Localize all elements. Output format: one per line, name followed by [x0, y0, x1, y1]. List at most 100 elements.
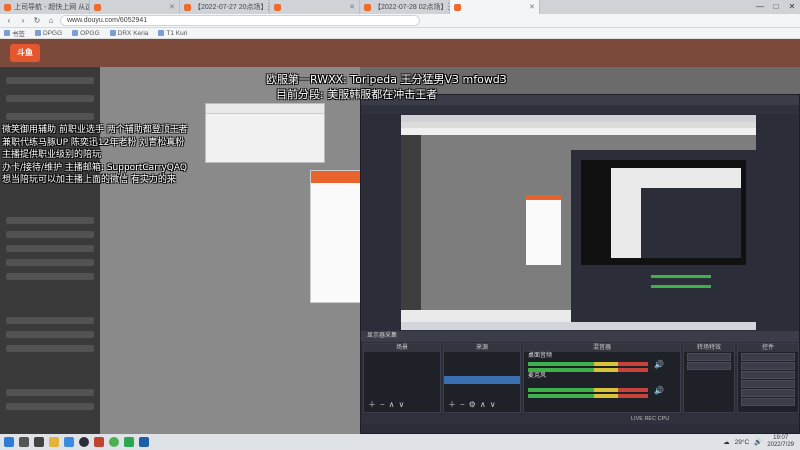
site-favicon-icon: [274, 3, 281, 11]
audio-level-meter: [528, 368, 648, 372]
preview-browser-capture: [401, 115, 756, 330]
obs-status-bar: LIVE REC CPU: [361, 414, 799, 424]
start-recording-button[interactable]: [741, 362, 795, 370]
close-icon[interactable]: ✕: [529, 3, 535, 11]
task-view-icon[interactable]: [34, 437, 44, 447]
settings-button[interactable]: [741, 389, 795, 397]
browser-tab[interactable]: ✕: [270, 0, 360, 14]
obs-menu-bar: [361, 105, 799, 114]
site-header: 斗鱼: [0, 39, 800, 67]
bookmarks-bar: 书签 DPGG OPGG DRX Keria T1 Kuri: [0, 28, 800, 39]
obs-window: 显示器采集 场景 ＋−∧∨ 来源 ＋−⚙∧∨ 混音器 桌面音频 麦克风 🔊 🔊 …: [360, 94, 800, 434]
sidebar-item[interactable]: [6, 273, 94, 280]
search-icon[interactable]: [19, 437, 29, 447]
source-item[interactable]: [444, 352, 520, 360]
source-item[interactable]: [444, 360, 520, 368]
site-favicon-icon: [94, 3, 101, 11]
sidebar-item[interactable]: [6, 389, 94, 396]
audio-level-meter: [528, 362, 648, 366]
mixer-channel-label: 麦克风: [528, 373, 547, 379]
stop-streaming-button[interactable]: [741, 353, 795, 361]
tab-label: 上司导航 - 超快上网 从这里开始: [14, 4, 89, 11]
sidebar-item[interactable]: [6, 217, 94, 224]
dock-controls[interactable]: ＋−⚙∧∨: [448, 399, 500, 410]
transitions-dock: 转场特效: [683, 343, 735, 413]
browser-tab-active[interactable]: ✕: [450, 0, 540, 14]
sidebar-item[interactable]: [6, 231, 94, 238]
sidebar-item[interactable]: [6, 113, 94, 120]
transition-select[interactable]: [687, 353, 731, 361]
overlay-info-line: 办卡/接待/维护 主播邮箱: SupportCarryQAQ: [2, 162, 187, 173]
forward-arrow-icon[interactable]: ›: [18, 16, 28, 25]
settings-dialog: [205, 103, 325, 163]
bookmark-item[interactable]: OPGG: [72, 30, 100, 37]
preview-nested-preview: [581, 160, 746, 265]
clock[interactable]: 19:07 2022/7/29: [767, 435, 794, 449]
close-icon[interactable]: ✕: [349, 3, 355, 11]
speaker-icon[interactable]: 🔊: [654, 386, 664, 395]
duration-input[interactable]: [687, 362, 731, 370]
bookmark-item[interactable]: DRX Keria: [109, 30, 148, 37]
dock-title: 转场特效: [684, 344, 734, 352]
overlay-info-line: 主播提供职业级别的陪玩: [2, 150, 102, 161]
source-item-selected[interactable]: [444, 376, 520, 384]
obs-icon[interactable]: [79, 437, 89, 447]
preview-nested-obs: [641, 188, 741, 258]
dialog-header: [206, 104, 324, 114]
dock-controls[interactable]: ＋−∧∨: [368, 399, 408, 410]
preview-dialog: [526, 195, 561, 265]
exit-button[interactable]: [741, 398, 795, 406]
preview-taskbar: [401, 322, 756, 330]
studio-mode-button[interactable]: [741, 380, 795, 388]
chrome-icon[interactable]: [109, 437, 119, 447]
start-icon[interactable]: [4, 437, 14, 447]
sidebar-item[interactable]: [6, 245, 94, 252]
audio-level-meter: [528, 394, 648, 398]
back-arrow-icon[interactable]: ‹: [4, 16, 14, 25]
address-bar-row: ‹ › ↻ ⌂ www.douyu.com/6052941: [0, 14, 800, 28]
bookmark-item[interactable]: 书签: [4, 28, 25, 38]
file-explorer-icon[interactable]: [49, 437, 59, 447]
source-item[interactable]: [444, 368, 520, 376]
wechat-icon[interactable]: [124, 437, 134, 447]
weather-text: 29°C: [734, 438, 750, 446]
obs-preview[interactable]: [401, 115, 756, 330]
browser-tab[interactable]: ✕: [90, 0, 180, 14]
app-icon[interactable]: [94, 437, 104, 447]
site-sidebar: [0, 67, 100, 434]
audio-level-meter: [528, 388, 648, 392]
dock-title: 场景: [364, 344, 440, 352]
sidebar-item[interactable]: [6, 345, 94, 352]
bookmark-item[interactable]: T1 Kuri: [158, 30, 187, 37]
app-icon[interactable]: [139, 437, 149, 447]
browser-tab[interactable]: 上司导航 - 超快上网 从这里开始✕: [0, 0, 90, 14]
browser-tab[interactable]: 【2022-07-27 20点场】天才辅✕: [180, 0, 270, 14]
preview-bookmarks-bar: [401, 128, 756, 135]
browser-tab[interactable]: 【2022-07-28 02点场】天才辅助✕: [360, 0, 450, 14]
browser-icon[interactable]: [64, 437, 74, 447]
minimize-button[interactable]: —: [752, 0, 768, 14]
sidebar-item[interactable]: [6, 317, 94, 324]
site-favicon-icon: [4, 3, 11, 11]
weather-icon[interactable]: ☁: [723, 438, 730, 446]
site-favicon-icon: [454, 3, 461, 11]
sidebar-item[interactable]: [6, 77, 94, 84]
sidebar-item[interactable]: [6, 331, 94, 338]
speaker-icon[interactable]: 🔊: [654, 360, 664, 369]
bookmark-icon: [158, 30, 165, 36]
sidebar-item[interactable]: [6, 403, 94, 410]
bookmark-item[interactable]: DPGG: [35, 30, 62, 37]
home-icon[interactable]: ⌂: [46, 16, 56, 25]
volume-icon[interactable]: 🔊: [754, 438, 762, 446]
dock-title: 混音器: [524, 344, 680, 352]
sidebar-item[interactable]: [6, 95, 94, 102]
close-icon[interactable]: ✕: [169, 3, 175, 11]
url-input[interactable]: www.douyu.com/6052941: [60, 15, 420, 26]
close-window-button[interactable]: ✕: [784, 0, 800, 14]
virtual-camera-button[interactable]: [741, 371, 795, 379]
sidebar-item[interactable]: [6, 259, 94, 266]
controls-dock: 控件: [737, 343, 799, 413]
site-logo[interactable]: 斗鱼: [10, 44, 40, 62]
refresh-icon[interactable]: ↻: [32, 16, 42, 25]
maximize-button[interactable]: □: [768, 0, 784, 14]
